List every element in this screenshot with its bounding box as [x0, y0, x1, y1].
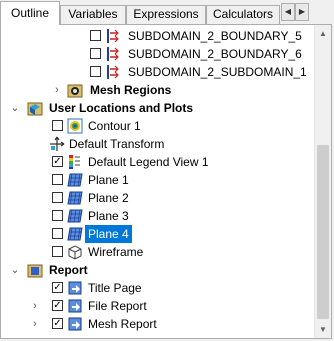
visibility-checkbox[interactable]: [52, 120, 63, 131]
tree-item-label: Default Transform: [69, 137, 165, 151]
chevron-right-icon[interactable]: ›: [29, 315, 41, 333]
plane-icon: [67, 191, 83, 205]
tree-item-label: Report: [49, 263, 88, 277]
plane-icon: [67, 227, 83, 241]
tree-item-wireframe[interactable]: Wireframe: [1, 243, 311, 261]
tab-outline[interactable]: Outline: [0, 1, 60, 25]
tree-item-label: SUBDOMAIN_2_BOUNDARY_5: [128, 29, 302, 43]
tree-item-label: Mesh Report: [88, 317, 157, 331]
tab-expressions[interactable]: Expressions: [126, 5, 206, 24]
tree-item-label: Contour 1: [88, 119, 141, 133]
tree-item-file-report[interactable]: › ✓ File Report: [1, 297, 311, 315]
tab-scroll-right-icon[interactable]: ▶: [295, 3, 309, 21]
visibility-checkbox[interactable]: [52, 246, 63, 257]
visibility-checkbox[interactable]: ✓: [52, 156, 63, 167]
subdomain-icon: [107, 65, 119, 79]
scroll-thumb[interactable]: [317, 145, 329, 319]
plane-icon: [67, 173, 83, 187]
visibility-checkbox[interactable]: [52, 174, 63, 185]
tree-item-mesh-regions[interactable]: › Mesh Regions: [1, 81, 311, 99]
tree-item-contour-1[interactable]: Contour 1: [1, 117, 311, 135]
scroll-up-icon[interactable]: ▲: [315, 25, 331, 42]
tree-item-subdomain-boundary-5[interactable]: SUBDOMAIN_2_BOUNDARY_5: [1, 27, 311, 45]
visibility-checkbox[interactable]: ✓: [52, 318, 63, 329]
tree-item-subdomain-subdomain-1[interactable]: SUBDOMAIN_2_SUBDOMAIN_1: [1, 63, 311, 81]
tree-item-user-locations[interactable]: ⌄ User Locations and Plots: [1, 99, 311, 117]
tree-item-label: Plane 3: [88, 209, 129, 223]
report-page-icon: [68, 317, 82, 331]
report-icon: [27, 264, 43, 278]
wireframe-icon: [68, 245, 82, 260]
tree-item-default-transform[interactable]: Default Transform: [1, 135, 311, 153]
visibility-checkbox[interactable]: [90, 66, 101, 77]
tree-item-plane-3[interactable]: Plane 3: [1, 207, 311, 225]
visibility-checkbox[interactable]: [52, 210, 63, 221]
boundary-icon: [107, 47, 119, 61]
tree-item-subdomain-boundary-6[interactable]: SUBDOMAIN_2_BOUNDARY_6: [1, 45, 311, 63]
chevron-down-icon[interactable]: ⌄: [9, 99, 21, 117]
tree-item-label: SUBDOMAIN_2_BOUNDARY_6: [128, 47, 302, 61]
tree-item-label: Wireframe: [88, 245, 144, 259]
visibility-checkbox[interactable]: ✓: [52, 282, 63, 293]
tab-strip: Outline Variables Expressions Calculator…: [0, 0, 334, 25]
outline-panel: Outline Variables Expressions Calculator…: [0, 0, 334, 341]
tree-item-plane-1[interactable]: Plane 1: [1, 171, 311, 189]
tree-item-label: Plane 4: [85, 225, 132, 243]
visibility-checkbox[interactable]: [52, 192, 63, 203]
tab-scroll-left-icon[interactable]: ◀: [281, 3, 295, 21]
tree-item-label: Title Page: [88, 281, 142, 295]
plane-icon: [67, 209, 83, 223]
visibility-checkbox[interactable]: ✓: [52, 300, 63, 311]
visibility-checkbox[interactable]: [90, 48, 101, 59]
chevron-right-icon[interactable]: ›: [29, 297, 41, 315]
tree-item-plane-4[interactable]: Plane 4: [1, 225, 311, 243]
tab-variables[interactable]: Variables: [60, 5, 126, 24]
legend-icon: [69, 155, 80, 169]
user-locations-icon: [27, 102, 43, 116]
report-page-icon: [68, 281, 82, 295]
tree-item-label: SUBDOMAIN_2_SUBDOMAIN_1: [128, 65, 307, 79]
mesh-regions-icon: [67, 84, 83, 98]
tree-item-label: Default Legend View 1: [88, 155, 209, 169]
vertical-scrollbar[interactable]: ▲ ▼: [314, 25, 331, 338]
tree-item-label: File Report: [88, 299, 147, 313]
tree-item-label: Mesh Regions: [90, 83, 172, 97]
outline-tree: SUBDOMAIN_2_BOUNDARY_5 SUBDOMAIN_2_BOUND…: [0, 24, 332, 339]
tree-item-label: User Locations and Plots: [49, 101, 194, 115]
scroll-down-icon[interactable]: ▼: [315, 321, 331, 338]
tree-item-title-page[interactable]: ✓ Title Page: [1, 279, 311, 297]
visibility-checkbox[interactable]: [52, 228, 63, 239]
tree-item-legend-view[interactable]: ✓ Default Legend View 1: [1, 153, 311, 171]
contour-icon: [67, 118, 83, 134]
chevron-right-icon[interactable]: ›: [51, 81, 63, 99]
tree-item-label: Plane 2: [88, 191, 129, 205]
transform-icon: [50, 136, 65, 151]
boundary-icon: [107, 29, 119, 43]
tree-item-mesh-report[interactable]: › ✓ Mesh Report: [1, 315, 311, 333]
tree-item-label: Plane 1: [88, 173, 129, 187]
report-page-icon: [68, 299, 82, 313]
chevron-down-icon[interactable]: ⌄: [9, 261, 21, 279]
tree-item-report[interactable]: ⌄ Report: [1, 261, 311, 279]
tree-item-plane-2[interactable]: Plane 2: [1, 189, 311, 207]
visibility-checkbox[interactable]: [90, 30, 101, 41]
tab-calculators[interactable]: Calculators: [206, 5, 280, 24]
